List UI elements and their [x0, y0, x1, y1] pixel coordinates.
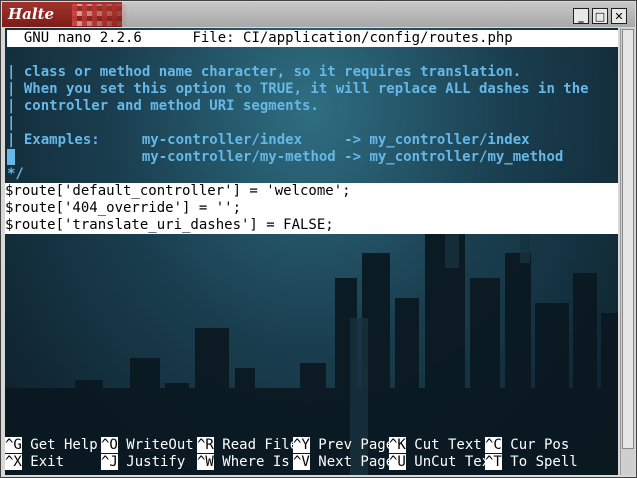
code-line[interactable]: $route['404_override'] = ''; — [5, 200, 618, 217]
shortcut-where-is[interactable]: ^W Where Is — [197, 454, 290, 471]
comment-line: | Examples: my-controller/index -> my_co… — [7, 132, 530, 148]
nano-version: GNU nano 2.2.6 — [7, 30, 142, 46]
terminal-window: Halte _ □ ✕ GNU nano 2.2.6 File: CI/appl… — [0, 0, 637, 478]
minimize-button[interactable]: _ — [573, 8, 589, 24]
shortcut-bar-top: ^G Get Help ^O WriteOut ^R Read File ^Y … — [5, 437, 618, 454]
comment-line: | — [7, 115, 16, 131]
shortcut-uncut-text[interactable]: ^U UnCut Text — [389, 454, 499, 471]
comment-line: */ — [7, 166, 24, 182]
shortcut-get-help[interactable]: ^G Get Help — [5, 437, 98, 454]
shortcut-cut-text[interactable]: ^K Cut Text — [389, 437, 482, 454]
comment-line: | When you set this option to TRUE, it w… — [7, 81, 589, 97]
comment-line: | controller and method URI segments. — [7, 98, 319, 114]
shortcut-read-file[interactable]: ^R Read File — [197, 437, 298, 454]
code-line[interactable]: $route['default_controller'] = 'welcome'… — [5, 183, 618, 200]
close-button[interactable]: ✕ — [611, 8, 627, 24]
shortcut-justify[interactable]: ^J Justify — [101, 454, 185, 471]
comment-line: | class or method name character, so it … — [7, 64, 522, 80]
scrollbar[interactable] — [620, 28, 635, 475]
terminal-area[interactable]: GNU nano 2.2.6 File: CI/application/conf… — [5, 28, 618, 475]
shortcut-to-spell[interactable]: ^T To Spell — [485, 454, 578, 471]
nano-header: GNU nano 2.2.6 File: CI/application/conf… — [7, 30, 618, 47]
maximize-button[interactable]: □ — [592, 8, 608, 24]
shortcut-prev-page[interactable]: ^Y Prev Page — [293, 437, 394, 454]
shortcut-exit[interactable]: ^X Exit — [5, 454, 64, 471]
shortcut-writeout[interactable]: ^O WriteOut — [101, 437, 194, 454]
shortcut-cur-pos[interactable]: ^C Cur Pos — [485, 437, 569, 454]
title-bar[interactable]: Halte _ □ ✕ — [2, 2, 635, 27]
code-line[interactable]: $route['translate_uri_dashes'] = FALSE; — [5, 217, 618, 234]
titlebar-decoration — [72, 4, 132, 26]
shortcut-bar-bottom: ^X Exit ^J Justify ^W Where Is ^V Next P… — [5, 454, 618, 471]
comment-line: | my-controller/my-method -> my_controll… — [7, 149, 564, 165]
window-title: Halte — [8, 5, 55, 23]
scrollbar-thumb[interactable] — [622, 29, 634, 449]
shortcut-next-page[interactable]: ^V Next Page — [293, 454, 394, 471]
nano-filename: File: CI/application/config/routes.php — [192, 30, 513, 46]
